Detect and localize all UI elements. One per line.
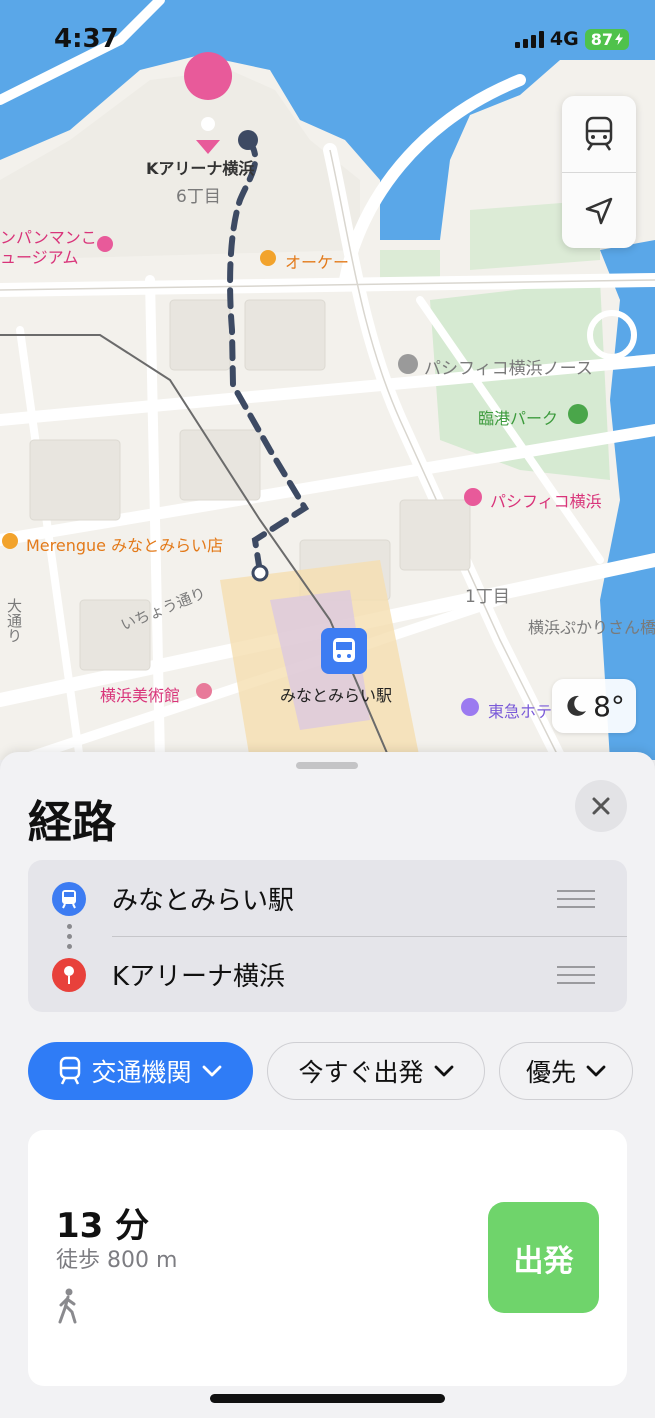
map-base (0, 0, 655, 760)
departure-time-label: 今すぐ出発 (298, 1058, 424, 1087)
oodori-label: 大通り (5, 598, 23, 643)
network-type: 4G (549, 28, 579, 50)
route-destination[interactable]: Kアリーナ横浜 (28, 936, 627, 1012)
transport-mode-label: 交通機関 (91, 1058, 192, 1087)
priority-chip[interactable]: 優先 (499, 1042, 633, 1100)
chevron-down-icon (586, 1065, 606, 1077)
transport-mode-chip[interactable]: 交通機関 (28, 1042, 253, 1100)
block1-label: 1丁目 (465, 587, 510, 607)
priority-label: 優先 (525, 1058, 576, 1087)
charging-bolt-icon (615, 33, 623, 45)
directions-sheet: 経路 みなとみらい駅 Kアリーナ横浜 交通機関 今すぐ出発 優先 13 分 徒歩… (0, 752, 655, 1418)
origin-text: みなとみらい駅 (112, 886, 295, 916)
art-museum-label[interactable]: 横浜美術館 (100, 682, 180, 706)
go-button[interactable]: 出発 (488, 1202, 599, 1313)
battery-indicator: 87 (584, 28, 629, 50)
merengue-label[interactable]: Merengue みなとみらい店 (26, 532, 223, 556)
anpanman-museum-label[interactable]: ンパンマンこ ュージアム (0, 228, 97, 268)
clock: 4:37 (54, 24, 119, 54)
departure-time-chip[interactable]: 今すぐ出発 (267, 1042, 485, 1100)
close-icon (592, 797, 610, 815)
route-origin[interactable]: みなとみらい駅 (28, 860, 627, 936)
route-duration: 13 分 (56, 1206, 150, 1246)
rinko-park-label[interactable]: 臨港パーク (478, 405, 558, 429)
temperature: 8° (593, 689, 625, 723)
moon-cloud-icon (567, 695, 587, 716)
station-label[interactable]: みなとみらい駅 (280, 682, 392, 706)
destination-text: Kアリーナ横浜 (112, 962, 286, 992)
current-location-button[interactable] (562, 173, 636, 249)
walk-distance: 徒歩 800 m (56, 1248, 178, 1273)
status-bar: 4:37 4G 87 (0, 0, 655, 80)
map-controls (562, 96, 636, 248)
route-card: みなとみらい駅 Kアリーナ横浜 (28, 860, 627, 1012)
home-indicator[interactable] (210, 1394, 445, 1403)
weather-badge[interactable]: 8° (552, 679, 636, 733)
pin-icon (52, 958, 86, 992)
walking-icon (56, 1288, 80, 1328)
sheet-grabber[interactable] (296, 762, 358, 769)
cellular-signal-icon (514, 30, 544, 48)
route-option-card[interactable]: 13 分 徒歩 800 m 出発 (28, 1130, 627, 1386)
block-label: 6丁目 (176, 187, 221, 207)
arena-label[interactable]: Kアリーナ横浜 (146, 155, 254, 179)
okay-label[interactable]: オーケー (285, 249, 349, 273)
sheet-title: 経路 (28, 797, 116, 848)
location-arrow-icon (585, 197, 613, 225)
reorder-handle-icon[interactable] (557, 966, 595, 984)
train-icon (60, 1056, 81, 1085)
close-button[interactable] (575, 780, 627, 832)
map-view[interactable]: Kアリーナ横浜 6丁目 ンパンマンこ ュージアム オーケー パシフィコ横浜ノース… (0, 0, 655, 760)
chevron-down-icon (434, 1065, 453, 1077)
pukari-label[interactable]: 横浜ぷかりさん橋 (528, 614, 655, 638)
train-icon (585, 116, 613, 151)
reorder-handle-icon[interactable] (557, 890, 595, 908)
tokyu-hotel-label[interactable]: 東急ホテ (488, 698, 552, 722)
pacifico-north-label[interactable]: パシフィコ横浜ノース (424, 354, 593, 379)
transit-map-button[interactable] (562, 96, 636, 172)
train-station-icon (52, 882, 86, 916)
battery-level: 87 (590, 29, 613, 49)
pacifico-label[interactable]: パシフィコ横浜 (490, 488, 602, 512)
chevron-down-icon (202, 1065, 221, 1077)
